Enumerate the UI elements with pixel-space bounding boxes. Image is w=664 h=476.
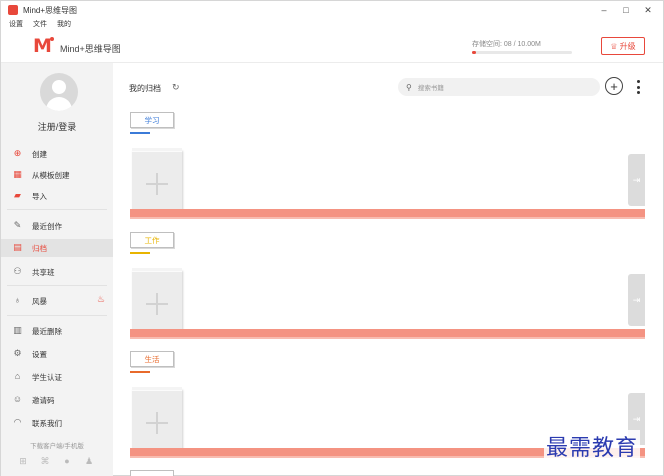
- template-grid-icon: ▦: [13, 169, 22, 179]
- add-book-placeholder[interactable]: [132, 148, 182, 216]
- search-placeholder: 搜索书籍: [417, 85, 444, 92]
- sidebar-item-archive[interactable]: ▤ 归档: [1, 239, 113, 257]
- shelf-board: [130, 209, 645, 217]
- graduation-cap-icon: ⌂: [14, 371, 21, 381]
- shelf-expand-icon[interactable]: ⇥: [628, 274, 645, 326]
- shelf-tag-partial: [130, 470, 174, 476]
- avatar[interactable]: [40, 73, 78, 111]
- shelf-tag-underline: [130, 371, 150, 373]
- sidebar-item-trash[interactable]: ▥ 最近删除: [1, 322, 113, 340]
- sidebar-item-create[interactable]: ⊕ 创建: [1, 145, 113, 163]
- fire-icon: ♨: [96, 294, 105, 304]
- sidebar-divider: [7, 315, 107, 316]
- shelf-work: 工作 ⇥: [130, 232, 645, 344]
- windows-icon[interactable]: ⊞: [17, 455, 29, 467]
- add-book-placeholder[interactable]: [132, 387, 182, 455]
- menu-settings[interactable]: 设置: [9, 19, 23, 31]
- title-bar: Mind+思维导图 – □ ✕: [1, 1, 663, 19]
- storage-label: 存储空间: 08 / 10.00M: [472, 41, 541, 48]
- archive-icon: ▤: [13, 242, 22, 252]
- plus-circle-icon: ⊕: [13, 148, 22, 158]
- menu-bar: 设置 文件 我的: [1, 19, 81, 31]
- watermark-text: 最需教育: [544, 430, 641, 462]
- refresh-icon[interactable]: ↻: [172, 82, 180, 93]
- shelf-tag[interactable]: 工作: [130, 232, 174, 248]
- shelf-tag[interactable]: 生活: [130, 351, 174, 367]
- menu-file[interactable]: 文件: [33, 19, 47, 31]
- pencil-icon: ✎: [13, 220, 22, 230]
- sidebar-divider: [7, 285, 107, 286]
- menu-mine[interactable]: 我的: [57, 19, 71, 31]
- more-menu-button[interactable]: [634, 78, 642, 96]
- shelf-study: 学习 ⇥: [130, 112, 645, 224]
- sidebar-item-invite[interactable]: ☺ 邀请码: [1, 391, 113, 409]
- shelf-board: [130, 329, 645, 337]
- sidebar-item-share[interactable]: ⚇ 共享班: [1, 263, 113, 281]
- upgrade-button[interactable]: ♕ 升级: [601, 37, 645, 55]
- download-platforms: ⊞ ⌘ ● ♟: [17, 455, 95, 467]
- search-input[interactable]: ⚲ 搜索书籍: [398, 78, 600, 96]
- headset-icon: ◠: [13, 417, 22, 427]
- sidebar-divider: [7, 209, 107, 210]
- shelf-expand-icon[interactable]: ⇥: [628, 154, 645, 206]
- login-link[interactable]: 注册/登录: [1, 120, 113, 133]
- close-button[interactable]: ✕: [637, 2, 659, 18]
- app-header: M Mind+思维导图 存储空间: 08 / 10.00M ♕ 升级: [1, 31, 663, 63]
- download-client-text: 下载客户端/手机版: [30, 443, 84, 450]
- sidebar: 注册/登录 ⊕ 创建 ▦ 从模板创建 ▰ 导入 ✎ 最近创作 ▤ 归档 ⚇ 共享…: [1, 63, 113, 476]
- share-group-icon: ⚇: [13, 266, 22, 276]
- shelf-tag-underline: [130, 252, 150, 254]
- gear-icon: ⚙: [13, 348, 22, 358]
- folder-import-icon: ▰: [14, 190, 21, 200]
- sidebar-item-template[interactable]: ▦ 从模板创建: [1, 166, 113, 184]
- sidebar-item-import[interactable]: ▰ 导入: [1, 187, 113, 205]
- maximize-button[interactable]: □: [615, 2, 637, 18]
- app-logo-icon: [8, 5, 18, 15]
- page-title: 我的归档: [129, 84, 161, 93]
- crown-icon: ♕: [610, 41, 618, 51]
- shelf-tag[interactable]: 学习: [130, 112, 174, 128]
- lightbulb-icon: ♁: [14, 295, 21, 305]
- apple-icon[interactable]: ●: [61, 455, 73, 467]
- brand-logo-dot: [50, 37, 54, 41]
- mac-icon[interactable]: ⌘: [39, 455, 51, 467]
- user-icon: ☺: [12, 394, 23, 404]
- add-button[interactable]: +: [605, 77, 623, 95]
- brand-name: Mind+思维导图: [60, 44, 121, 54]
- sidebar-item-contact[interactable]: ◠ 联系我们: [1, 414, 113, 432]
- shelf-tag-underline: [130, 132, 150, 134]
- window-title: Mind+思维导图: [23, 5, 78, 15]
- sidebar-item-settings[interactable]: ⚙ 设置: [1, 345, 113, 363]
- sidebar-item-recent[interactable]: ✎ 最近创作: [1, 217, 113, 235]
- sidebar-item-storm[interactable]: ♁ 风暴 ♨: [1, 292, 113, 310]
- upgrade-label: 升级: [619, 41, 636, 51]
- window-controls: – □ ✕: [593, 2, 659, 18]
- storage-progress-fill: [472, 51, 476, 54]
- android-icon[interactable]: ♟: [83, 455, 95, 467]
- minimize-button[interactable]: –: [593, 2, 615, 18]
- sidebar-item-student[interactable]: ⌂ 学生认证: [1, 368, 113, 386]
- add-book-placeholder[interactable]: [132, 268, 182, 336]
- search-icon: ⚲: [406, 82, 412, 92]
- storage-progress-bar: [472, 51, 572, 54]
- main-content: 我的归档 ↻ ⚲ 搜索书籍 + 学习 ⇥ 工作 ⇥ 生活 ⇥: [114, 63, 663, 476]
- trash-icon: ▥: [13, 325, 22, 335]
- app-window: Mind+思维导图 – □ ✕ 设置 文件 我的 M Mind+思维导图 存储空…: [0, 0, 664, 476]
